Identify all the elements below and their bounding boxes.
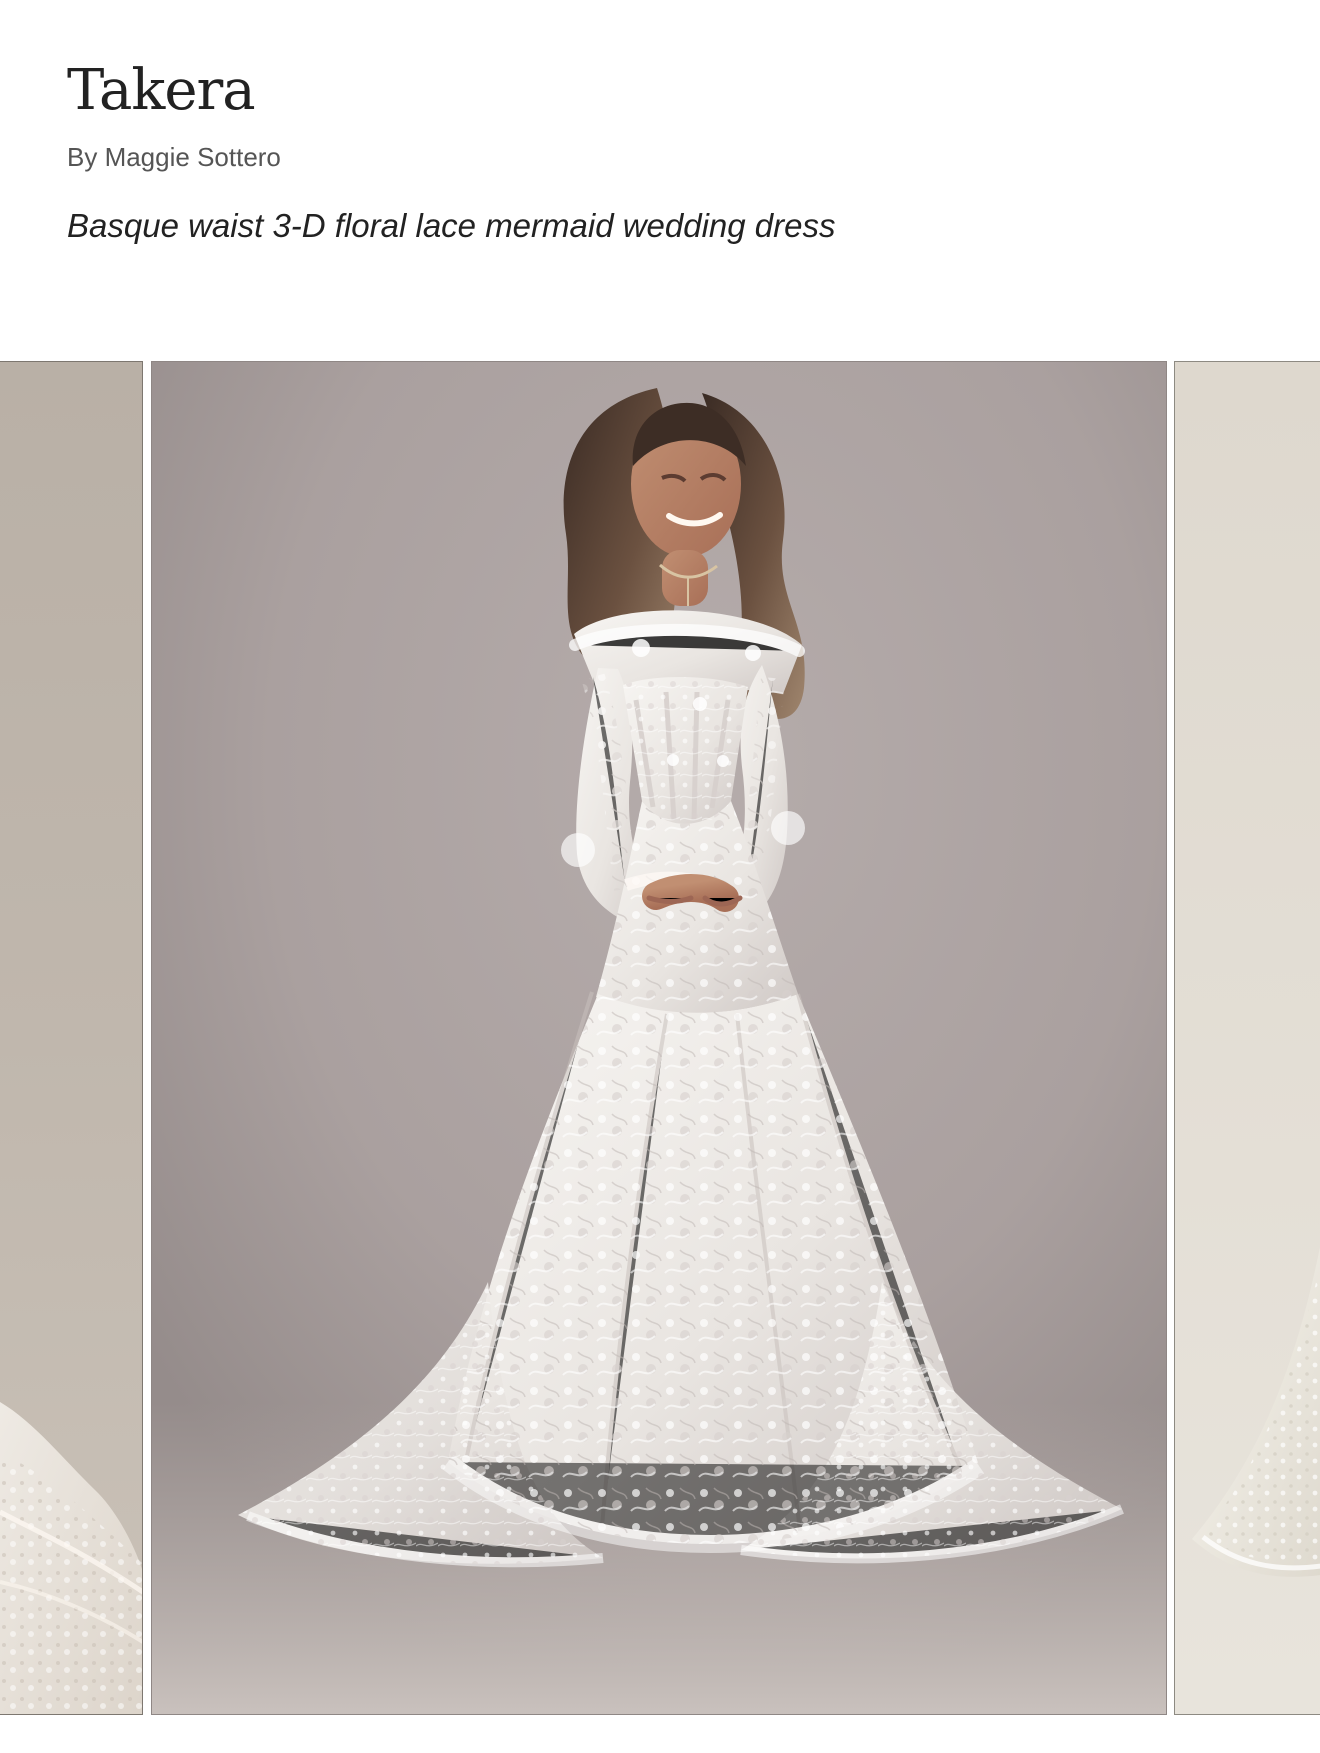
- next-dress-photo: [1192, 1246, 1320, 1577]
- brand-line: By Maggie Sottero: [67, 142, 281, 172]
- product-description: Basque waist 3-D floral lace mermaid wed…: [67, 207, 836, 244]
- image-carousel[interactable]: [0, 361, 1320, 1715]
- next-slide-image[interactable]: [1174, 361, 1320, 1715]
- dress-model-photo: [152, 362, 1166, 1714]
- product-page: Takera By Maggie Sottero Basque waist 3-…: [0, 0, 1320, 1753]
- product-header: Takera By Maggie Sottero Basque waist 3-…: [67, 55, 1247, 247]
- current-slide-image[interactable]: [151, 361, 1167, 1715]
- product-title: Takera: [67, 58, 256, 123]
- previous-slide-image[interactable]: [0, 361, 143, 1715]
- previous-dress-photo: [0, 1402, 142, 1714]
